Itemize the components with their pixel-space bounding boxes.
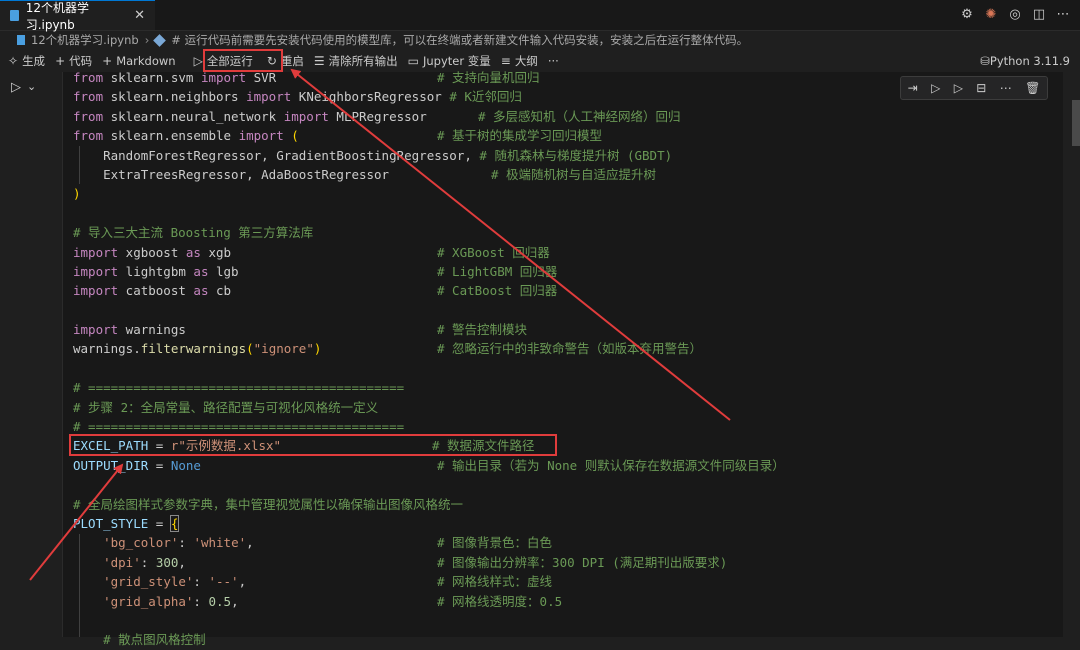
- annotation-arrows: [29, 68, 731, 581]
- arrow-to-run-all: [290, 68, 731, 421]
- arrow-to-excel-path: [29, 463, 124, 581]
